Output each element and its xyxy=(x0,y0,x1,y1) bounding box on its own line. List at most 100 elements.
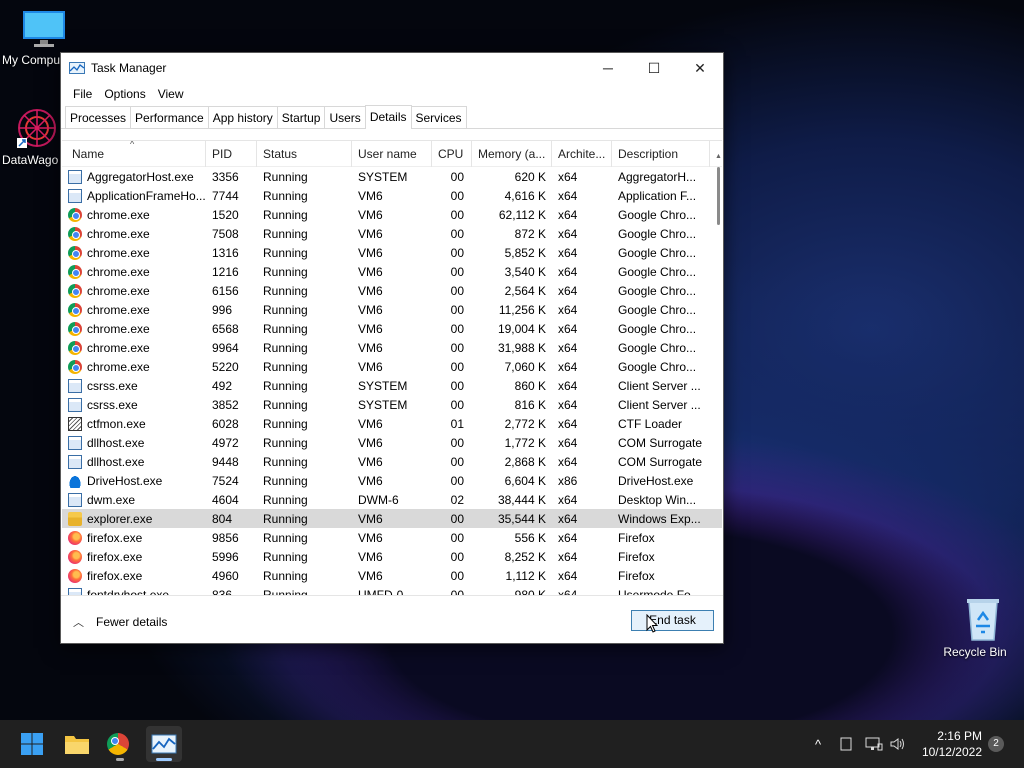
cell-status: Running xyxy=(263,169,308,184)
minimize-button[interactable]: ─ xyxy=(585,53,631,83)
process-name: dllhost.exe xyxy=(87,435,145,450)
cell-user: VM6 xyxy=(358,416,383,431)
table-row[interactable]: firefox.exe 9856 Running VM6 00 556 K x64 Firef… xyxy=(62,528,722,547)
scrollbar-thumb[interactable] xyxy=(717,167,720,225)
task-manager-window: Task Manager ─ ☐ ✕ File Options View Pro… xyxy=(60,52,724,644)
tab-details[interactable]: Details xyxy=(364,105,412,129)
process-name: chrome.exe xyxy=(87,207,150,222)
table-row[interactable]: csrss.exe 492 Running SYSTEM 00 860 K x64 Clien… xyxy=(62,376,722,395)
task-manager-icon xyxy=(151,734,177,754)
desktop-icon-datawago[interactable]: DataWago xyxy=(2,106,62,167)
cell-user: SYSTEM xyxy=(358,169,408,184)
table-row[interactable]: chrome.exe 1520 Running VM6 00 62,112 K x64 Goo… xyxy=(62,205,722,224)
cell-pid: 1316 xyxy=(212,245,239,260)
cell-name: ApplicationFrameHo... xyxy=(62,188,206,203)
table-row[interactable]: dllhost.exe 4972 Running VM6 00 1,772 K x64 COM… xyxy=(62,433,722,452)
table-row[interactable]: explorer.exe 804 Running VM6 00 35,544 K x64 Wi… xyxy=(62,509,722,528)
taskbar-task-manager[interactable] xyxy=(146,726,182,762)
end-task-button[interactable]: End task xyxy=(631,610,714,631)
cell-pid: 7508 xyxy=(212,226,239,241)
show-hidden-icons[interactable]: ^ xyxy=(815,720,821,768)
cell-memory: 816 K xyxy=(514,397,546,412)
table-row[interactable]: fontdrvhost.exe 836 Running UMFD-0 00 980 K x6… xyxy=(62,585,722,595)
cell-cpu: 00 xyxy=(450,226,464,241)
table-row[interactable]: chrome.exe 7508 Running VM6 00 872 K x64 Google… xyxy=(62,224,722,243)
cell-name: chrome.exe xyxy=(62,321,206,336)
column-header-pid[interactable]: PID xyxy=(206,141,257,167)
cell-name: chrome.exe xyxy=(62,207,206,222)
exe-icon xyxy=(68,435,82,450)
cell-status: Running xyxy=(263,207,308,222)
desktop-icon-recycle-bin[interactable]: Recycle Bin xyxy=(940,596,1010,659)
table-row[interactable]: ctfmon.exe 6028 Running VM6 01 2,772 K x64 CTF … xyxy=(62,414,722,433)
cell-status: Running xyxy=(263,264,308,279)
cell-description: Windows Exp... xyxy=(618,511,701,526)
cell-pid: 1216 xyxy=(212,264,239,279)
cell-architecture: x86 xyxy=(558,473,578,488)
exe-icon xyxy=(68,492,82,507)
cell-cpu: 00 xyxy=(450,378,464,393)
table-row[interactable]: chrome.exe 6156 Running VM6 00 2,564 K x64 Goog… xyxy=(62,281,722,300)
cell-name: firefox.exe xyxy=(62,530,206,545)
table-row[interactable]: chrome.exe 5220 Running VM6 00 7,060 K x64 Goog… xyxy=(62,357,722,376)
details-table: ^ Name PID Status User name CPU Memory (… xyxy=(62,140,722,595)
chrome-icon xyxy=(106,733,129,755)
tray-tablet[interactable] xyxy=(840,720,852,768)
cell-name: ctfmon.exe xyxy=(62,416,206,431)
tab-processes[interactable]: Processes xyxy=(65,106,132,128)
column-header-architecture[interactable]: Archite... xyxy=(552,141,612,167)
column-header-cpu[interactable]: CPU xyxy=(432,141,472,167)
column-header-description[interactable]: Description xyxy=(612,141,710,167)
table-row[interactable]: chrome.exe 1216 Running VM6 00 3,540 K x64 Goog… xyxy=(62,262,722,281)
tab-startup[interactable]: Startup xyxy=(276,106,326,128)
system-clock[interactable]: 2:16 PM 10/12/2022 xyxy=(920,728,982,760)
table-row[interactable]: chrome.exe 1316 Running VM6 00 5,852 K x64 Goog… xyxy=(62,243,722,262)
fewer-details-button[interactable]: ︿ Fewer details xyxy=(73,614,167,630)
start-button[interactable] xyxy=(14,726,50,762)
maximize-button[interactable]: ☐ xyxy=(631,53,677,83)
tab-users[interactable]: Users xyxy=(324,106,366,128)
column-header-user-name[interactable]: User name xyxy=(352,141,432,167)
cell-architecture: x64 xyxy=(558,264,578,279)
chrome-icon xyxy=(68,302,82,317)
cell-cpu: 00 xyxy=(450,340,464,355)
cell-description: Google Chro... xyxy=(618,207,697,222)
tab-app-history[interactable]: App history xyxy=(207,106,278,128)
vertical-scrollbar[interactable]: ▲ xyxy=(715,153,722,607)
table-row[interactable]: firefox.exe 4960 Running VM6 00 1,112 K x64 Fir… xyxy=(62,566,722,585)
column-header-status[interactable]: Status xyxy=(257,141,352,167)
cell-memory: 11,256 K xyxy=(498,302,546,317)
tray-volume[interactable] xyxy=(890,720,906,768)
volume-icon xyxy=(890,738,904,750)
process-name: chrome.exe xyxy=(87,264,150,279)
notification-badge[interactable]: 2 xyxy=(988,736,1004,752)
cell-description: Google Chro... xyxy=(618,359,697,374)
menu-view[interactable]: View xyxy=(152,87,190,101)
title-bar[interactable]: Task Manager ─ ☐ ✕ xyxy=(61,53,723,83)
tab-services[interactable]: Services xyxy=(410,106,467,128)
table-row[interactable]: csrss.exe 3852 Running SYSTEM 00 816 K x64 Clie… xyxy=(62,395,722,414)
table-row[interactable]: dllhost.exe 9448 Running VM6 00 2,868 K x64 COM… xyxy=(62,452,722,471)
table-row[interactable]: ApplicationFrameHo... 7744 Running VM6 00 4,6… xyxy=(62,186,722,205)
cell-description: Google Chro... xyxy=(618,302,697,317)
taskbar-chrome[interactable] xyxy=(102,726,138,762)
cell-cpu: 00 xyxy=(450,549,464,564)
table-row[interactable]: chrome.exe 6568 Running VM6 00 19,004 K x64 Goo… xyxy=(62,319,722,338)
table-row[interactable]: dwm.exe 4604 Running DWM-6 02 38,444 K x64 Desk… xyxy=(62,490,722,509)
cell-status: Running xyxy=(263,245,308,260)
column-header-memory[interactable]: Memory (a... xyxy=(472,141,552,167)
close-button[interactable]: ✕ xyxy=(677,53,723,83)
table-row[interactable]: chrome.exe 996 Running VM6 00 11,256 K x64 Goog… xyxy=(62,300,722,319)
table-row[interactable]: DriveHost.exe 7524 Running VM6 00 6,604 K x86 D… xyxy=(62,471,722,490)
table-row[interactable]: AggregatorHost.exe 3356 Running SYSTEM 00 620… xyxy=(62,167,722,186)
table-row[interactable]: firefox.exe 5996 Running VM6 00 8,252 K x64 Fir… xyxy=(62,547,722,566)
taskbar-file-explorer[interactable] xyxy=(59,726,95,762)
table-row[interactable]: chrome.exe 9964 Running VM6 00 31,988 K x64 Goo… xyxy=(62,338,722,357)
menu-options[interactable]: Options xyxy=(98,87,151,101)
cell-pid: 4972 xyxy=(212,435,239,450)
menu-file[interactable]: File xyxy=(67,87,98,101)
scroll-up-icon[interactable]: ▲ xyxy=(715,153,722,160)
cell-user: DWM-6 xyxy=(358,492,399,507)
tab-performance[interactable]: Performance xyxy=(130,106,209,128)
tray-network[interactable] xyxy=(865,720,883,768)
